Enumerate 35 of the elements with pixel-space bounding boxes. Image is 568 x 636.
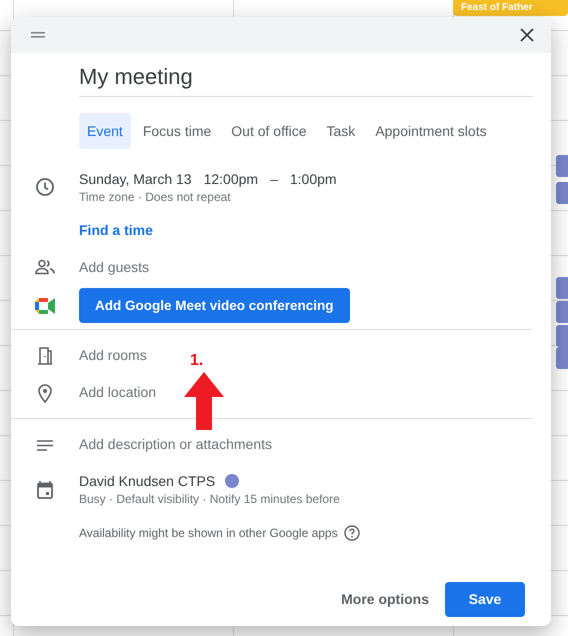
annotation-label: 1.	[190, 352, 204, 370]
event-type-tab[interactable]: Event	[79, 113, 131, 149]
event-chip[interactable]	[556, 277, 568, 299]
annotation-arrow	[184, 372, 224, 430]
event-type-tab[interactable]: Out of office	[223, 113, 315, 149]
find-time-link[interactable]: Find a time	[79, 222, 153, 238]
event-type-tab[interactable]: Focus time	[134, 113, 220, 149]
calendar-color-dot[interactable]	[225, 474, 240, 488]
time-details[interactable]: Time zone · Does not repeat	[79, 190, 533, 204]
event-chip[interactable]	[556, 347, 568, 369]
meet-button[interactable]: Add Google Meet video conferencing	[79, 288, 350, 323]
more-options-button[interactable]: More options	[333, 581, 437, 617]
event-type-tab[interactable]: Task	[318, 113, 364, 149]
event-type-tab[interactable]: Appointment slots	[367, 113, 495, 149]
calendar-details[interactable]: Busy · Default visibility · Notify 15 minutes before	[79, 492, 533, 506]
calendar-icon	[37, 481, 53, 499]
event-date[interactable]: Sunday, March 13	[79, 171, 192, 187]
event-chip[interactable]	[556, 325, 568, 347]
people-icon	[35, 259, 55, 275]
help-icon[interactable]	[344, 525, 360, 541]
end-time[interactable]: 1:00pm	[290, 171, 337, 187]
clock-icon	[35, 177, 55, 197]
calendar-name[interactable]: David Knudsen CTPS	[79, 473, 216, 489]
drag-handle-icon[interactable]	[31, 32, 45, 38]
location-pin-icon	[38, 384, 52, 403]
availability-note: Availability might be shown in other Google apps	[79, 526, 338, 540]
start-time[interactable]: 12:00pm	[204, 171, 258, 187]
event-chip[interactable]	[556, 155, 568, 177]
description-lines-icon	[37, 440, 53, 450]
video-camera-icon	[35, 298, 55, 314]
event-chip[interactable]	[556, 301, 568, 323]
time-separator: –	[270, 171, 278, 187]
save-button[interactable]: Save	[445, 582, 525, 616]
door-icon	[37, 347, 53, 365]
event-chip[interactable]	[556, 182, 568, 204]
